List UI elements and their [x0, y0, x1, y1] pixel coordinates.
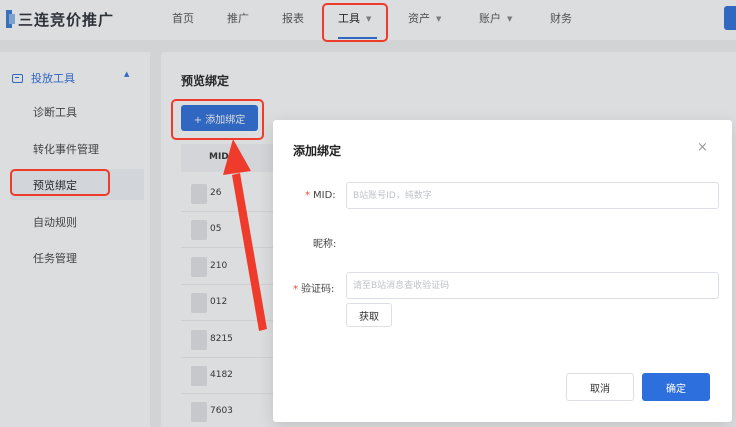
annotation-arrow-icon: [223, 139, 267, 331]
